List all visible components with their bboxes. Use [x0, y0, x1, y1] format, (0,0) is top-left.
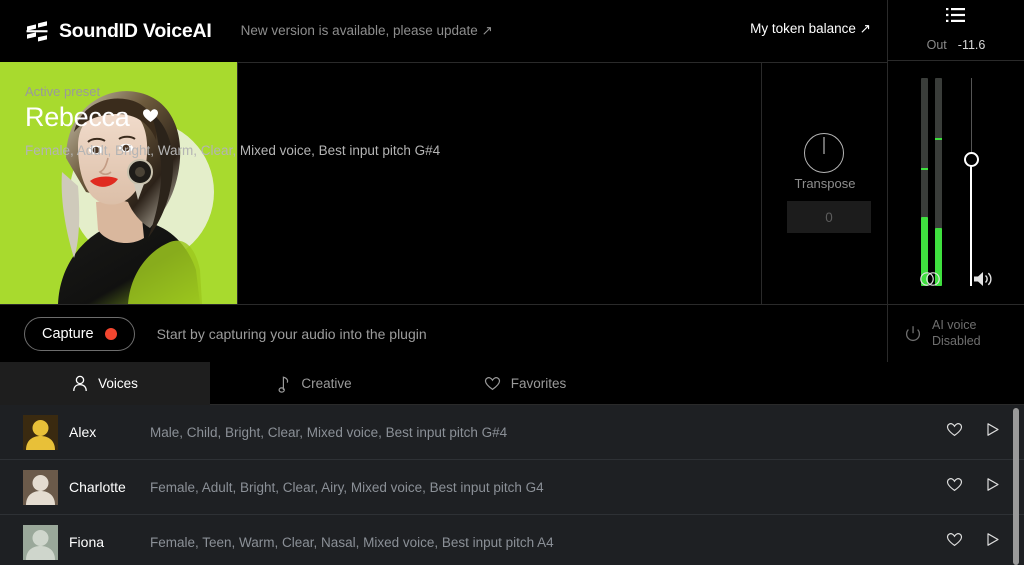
transpose-value: 0 — [825, 210, 833, 225]
rail-icon-row — [887, 270, 1024, 293]
heart-outline-icon[interactable] — [946, 422, 963, 442]
voice-list: AlexMale, Child, Bright, Clear, Mixed vo… — [0, 405, 1024, 565]
voice-avatar — [23, 415, 58, 450]
soundid-logo-icon — [24, 18, 50, 44]
ai-voice-status: AI voice Disabled — [932, 318, 981, 349]
capture-button[interactable]: Capture — [24, 317, 135, 351]
voice-row-actions — [946, 532, 1000, 552]
voice-avatar — [23, 470, 58, 505]
play-icon[interactable] — [985, 422, 1000, 442]
play-icon[interactable] — [985, 532, 1000, 552]
speaker-icon[interactable] — [972, 270, 994, 293]
active-preset-label: Active preset — [25, 84, 100, 99]
tab-favorites-label: Favorites — [511, 376, 567, 391]
tab-voices-label: Voices — [98, 376, 138, 391]
rotary-knob-icon[interactable] — [804, 133, 844, 173]
out-label: Out — [927, 38, 947, 52]
tab-creative-label: Creative — [301, 376, 351, 391]
voice-name: Fiona — [69, 534, 149, 550]
heart-outline-icon — [484, 376, 501, 391]
brand-name: SoundID VoiceAI — [59, 20, 212, 43]
stereo-link-icon[interactable] — [918, 271, 942, 292]
preset-tags: Female, Adult, Bright, Warm, Clear, Mixe… — [25, 143, 440, 158]
heart-filled-icon[interactable] — [142, 108, 159, 128]
record-dot-icon — [105, 328, 117, 340]
capture-button-label: Capture — [42, 326, 94, 342]
voice-list-scrollbar[interactable] — [1013, 408, 1019, 565]
brand-logo: SoundID VoiceAI — [0, 18, 212, 44]
knob-pointer — [824, 137, 825, 154]
ai-voice-line1: AI voice — [932, 318, 981, 334]
meter-left-peak — [921, 168, 928, 170]
voice-avatar — [23, 525, 58, 560]
capture-hint-text: Start by capturing your audio into the p… — [157, 326, 427, 342]
voice-tags: Female, Adult, Bright, Clear, Airy, Mixe… — [150, 480, 544, 495]
tab-creative[interactable]: Creative — [210, 362, 420, 405]
music-note-icon — [278, 375, 291, 393]
capture-bar: Capture Start by capturing your audio in… — [0, 304, 887, 362]
token-balance-link[interactable]: My token balance ↗ — [750, 21, 871, 37]
preset-name: Rebecca — [25, 102, 129, 133]
voice-row[interactable]: FionaFemale, Teen, Warm, Clear, Nasal, M… — [0, 515, 1024, 565]
list-menu-icon[interactable] — [945, 7, 967, 23]
voice-name: Alex — [69, 424, 149, 440]
voice-row[interactable]: CharlotteFemale, Adult, Bright, Clear, A… — [0, 460, 1024, 515]
play-icon[interactable] — [985, 477, 1000, 497]
app-header: SoundID VoiceAI New version is available… — [0, 0, 887, 62]
meter-right-peak — [935, 138, 942, 140]
out-value: -11.6 — [958, 38, 986, 52]
voice-row[interactable]: AlexMale, Child, Bright, Clear, Mixed vo… — [0, 405, 1024, 460]
output-fader-fill — [970, 159, 972, 286]
ai-voice-toggle[interactable]: AI voice Disabled — [887, 304, 1024, 362]
update-notice-link[interactable]: New version is available, please update … — [241, 23, 493, 39]
person-icon — [72, 375, 88, 392]
transpose-panel: Transpose 0 — [761, 62, 887, 304]
rail-menu-area — [888, 0, 1024, 30]
preset-name-row: Rebecca — [25, 102, 159, 133]
tab-favorites[interactable]: Favorites — [420, 362, 630, 405]
voice-row-actions — [946, 477, 1000, 497]
output-meters — [888, 61, 1024, 304]
voiceai-plugin-window: SoundID VoiceAI New version is available… — [0, 0, 1024, 565]
tab-voices[interactable]: Voices — [0, 362, 210, 405]
meter-right-track — [935, 78, 942, 286]
transpose-input[interactable]: 0 — [787, 201, 871, 233]
power-icon — [904, 325, 922, 343]
heart-outline-icon[interactable] — [946, 477, 963, 497]
meter-left-track — [921, 78, 928, 286]
ai-voice-line2: Disabled — [932, 334, 981, 350]
output-level-readout: Out -11.6 — [888, 30, 1024, 61]
library-tabs: Voices Creative Favorites — [0, 362, 1024, 405]
transpose-label: Transpose — [762, 176, 888, 191]
voice-tags: Female, Teen, Warm, Clear, Nasal, Mixed … — [150, 535, 554, 550]
heart-outline-icon[interactable] — [946, 532, 963, 552]
preset-info-panel — [237, 62, 761, 304]
voice-row-actions — [946, 422, 1000, 442]
voice-name: Charlotte — [69, 479, 149, 495]
voice-tags: Male, Child, Bright, Clear, Mixed voice,… — [150, 425, 507, 440]
